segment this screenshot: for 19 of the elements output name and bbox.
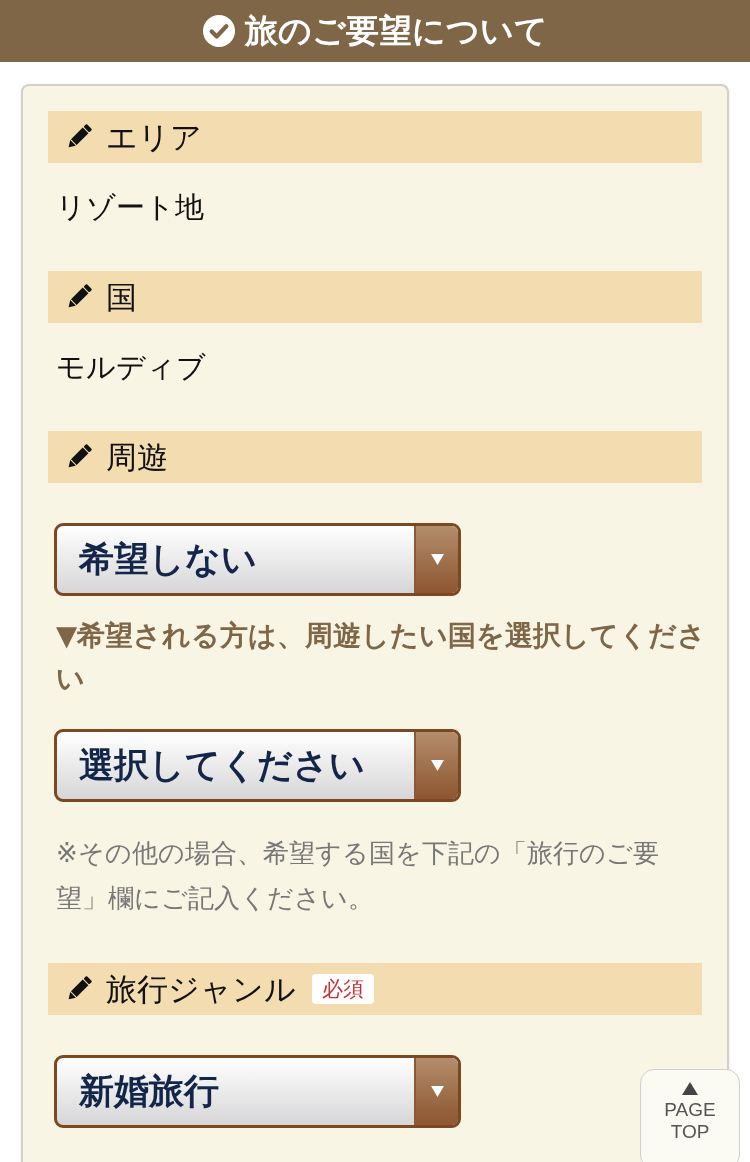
required-badge: 必須 (312, 974, 374, 1004)
dropdown[interactable]: 希望しない (54, 523, 461, 596)
section-label: 旅行ジャンル (106, 970, 296, 1009)
up-arrow-icon (682, 1082, 698, 1095)
dropdown[interactable]: 選択してください (54, 729, 461, 802)
section-label: 国 (106, 278, 137, 317)
page-top-button[interactable]: PAGE TOP (640, 1069, 740, 1162)
field-value: リゾート地 (56, 189, 204, 226)
caret-icon (414, 1058, 458, 1125)
section-label: エリア (106, 118, 202, 157)
field-value: モルディブ (56, 349, 206, 386)
header-title: 旅のご要望について (244, 10, 548, 52)
dropdown[interactable]: 新婚旅行 (54, 1055, 461, 1128)
section-label: 周遊 (106, 438, 168, 477)
check-circle-icon (202, 15, 235, 47)
instruction-text: ▼希望される方は、周遊したい国を選択してください (56, 618, 708, 697)
caret-icon (414, 526, 458, 593)
caret-icon (414, 732, 458, 799)
note-text: ※その他の場合、希望する国を下記の「旅行のご要望」欄にご記入ください。 (56, 837, 660, 915)
